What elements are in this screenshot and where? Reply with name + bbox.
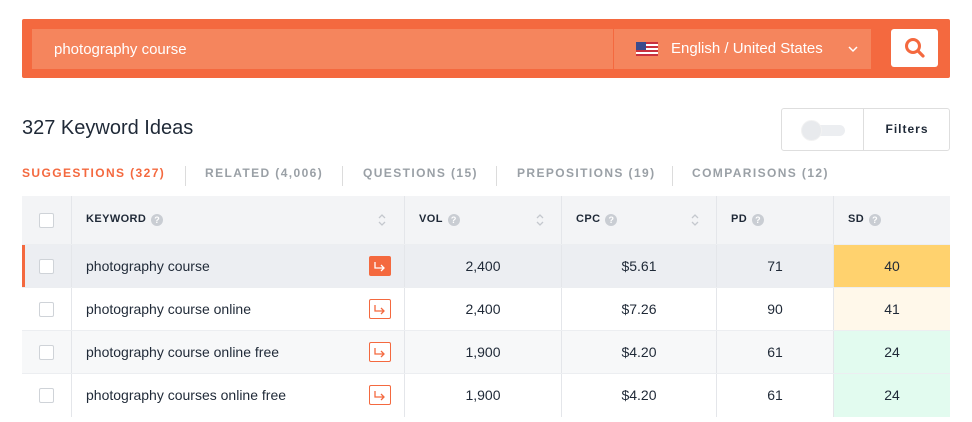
pd-value: 61 — [767, 387, 783, 403]
tab-questions[interactable]: QUESTIONS (15) — [363, 166, 478, 180]
arrow-right-icon — [374, 348, 385, 358]
keyword-text[interactable]: photography courses online free — [86, 387, 286, 403]
search-input[interactable] — [32, 29, 613, 69]
page-title: 327 Keyword Ideas — [22, 117, 194, 139]
select-all-checkbox[interactable] — [39, 213, 54, 228]
open-keyword-button[interactable] — [369, 385, 391, 405]
row-checkbox[interactable] — [39, 388, 54, 403]
col-keyword[interactable]: KEYWORD? — [71, 196, 404, 244]
vol-cell: 2,400 — [404, 288, 561, 331]
vol-value: 1,900 — [465, 387, 501, 403]
tab-separator — [672, 166, 673, 186]
filter-toggle[interactable] — [801, 121, 845, 140]
keyword-cell: photography courses online free — [71, 374, 404, 417]
keyword-text[interactable]: photography course — [86, 258, 210, 274]
pd-cell: 61 — [716, 331, 833, 374]
sd-cell: 24 — [833, 331, 950, 374]
cpc-value: $4.20 — [621, 344, 657, 360]
vol-value: 2,400 — [465, 258, 501, 274]
filter-panel: Filters — [781, 108, 950, 151]
cpc-cell: $5.61 — [561, 245, 716, 288]
table-row[interactable]: photography course 2,400 $5.61 71 40 — [22, 244, 950, 288]
vol-cell: 1,900 — [404, 374, 561, 417]
keyword-text[interactable]: photography course online free — [86, 344, 279, 360]
row-checkbox[interactable] — [39, 345, 54, 360]
table-header: KEYWORD? VOL? CPC? PD? SD? — [22, 196, 950, 244]
table-row[interactable]: photography course online free 1,900 $4.… — [22, 330, 950, 374]
table-row[interactable]: photography courses online free 1,900 $4… — [22, 373, 950, 417]
search-button[interactable] — [891, 29, 938, 67]
tab-separator — [185, 166, 186, 186]
cpc-value: $5.61 — [621, 258, 657, 274]
vol-value: 1,900 — [465, 344, 501, 360]
locale-label: English / United States — [671, 40, 823, 57]
sort-icon — [691, 214, 699, 226]
vol-cell: 1,900 — [404, 331, 561, 374]
row-selected-marker — [22, 245, 25, 288]
col-keyword-label: KEYWORD — [86, 213, 147, 225]
tab-suggestions[interactable]: SUGGESTIONS (327) — [22, 166, 165, 180]
keyword-cell: photography course — [71, 245, 404, 288]
pd-cell: 61 — [716, 374, 833, 417]
cpc-value: $4.20 — [621, 387, 657, 403]
row-checkbox[interactable] — [39, 302, 54, 317]
us-flag-icon — [636, 42, 658, 56]
keyword-cell: photography course online free — [71, 331, 404, 374]
search-icon — [904, 38, 925, 58]
search-bar: English / United States — [22, 19, 950, 78]
filters-button[interactable]: Filters — [864, 122, 950, 136]
col-pd-label: PD — [731, 213, 748, 225]
open-keyword-button[interactable] — [369, 299, 391, 319]
sd-value: 40 — [884, 258, 900, 274]
col-vol-label: VOL — [419, 213, 443, 225]
cpc-value: $7.26 — [621, 301, 657, 317]
pd-cell: 90 — [716, 288, 833, 331]
tab-comparisons[interactable]: COMPARISONS (12) — [692, 166, 829, 180]
keyword-text[interactable]: photography course online — [86, 301, 251, 317]
sort-icon — [378, 214, 386, 226]
sd-cell: 41 — [833, 288, 950, 331]
cpc-cell: $4.20 — [561, 374, 716, 417]
pd-value: 90 — [767, 301, 783, 317]
arrow-right-icon — [374, 262, 385, 272]
col-pd[interactable]: PD? — [716, 196, 833, 244]
sd-value: 41 — [884, 301, 900, 317]
pd-cell: 71 — [716, 245, 833, 288]
chevron-down-icon — [848, 46, 858, 53]
arrow-right-icon — [374, 305, 385, 315]
tab-separator — [496, 166, 497, 186]
table-row[interactable]: photography course online 2,400 $7.26 90… — [22, 287, 950, 331]
tab-related[interactable]: RELATED (4,006) — [205, 166, 323, 180]
cpc-cell: $4.20 — [561, 331, 716, 374]
help-icon[interactable]: ? — [605, 214, 618, 226]
arrow-right-icon — [374, 391, 385, 401]
col-sd-label: SD — [848, 213, 865, 225]
vol-value: 2,400 — [465, 301, 501, 317]
col-vol[interactable]: VOL? — [404, 196, 561, 244]
help-icon[interactable]: ? — [752, 214, 765, 226]
row-checkbox[interactable] — [39, 259, 54, 274]
locale-select[interactable]: English / United States — [614, 29, 871, 69]
tab-prepositions[interactable]: PREPOSITIONS (19) — [517, 166, 656, 180]
open-keyword-button[interactable] — [369, 256, 391, 276]
pd-value: 71 — [767, 258, 783, 274]
help-icon[interactable]: ? — [447, 214, 460, 226]
sd-cell: 40 — [833, 245, 950, 288]
help-icon[interactable]: ? — [151, 214, 164, 226]
sd-value: 24 — [884, 387, 900, 403]
col-cpc-label: CPC — [576, 213, 601, 225]
open-keyword-button[interactable] — [369, 342, 391, 362]
help-icon[interactable]: ? — [869, 214, 882, 226]
sort-icon — [536, 214, 544, 226]
col-cpc[interactable]: CPC? — [561, 196, 716, 244]
tab-separator — [342, 166, 343, 186]
vol-cell: 2,400 — [404, 245, 561, 288]
pd-value: 61 — [767, 344, 783, 360]
toggle-knob — [802, 121, 821, 140]
sd-cell: 24 — [833, 374, 950, 417]
col-sd[interactable]: SD? — [833, 196, 950, 244]
cpc-cell: $7.26 — [561, 288, 716, 331]
sd-value: 24 — [884, 344, 900, 360]
keyword-cell: photography course online — [71, 288, 404, 331]
